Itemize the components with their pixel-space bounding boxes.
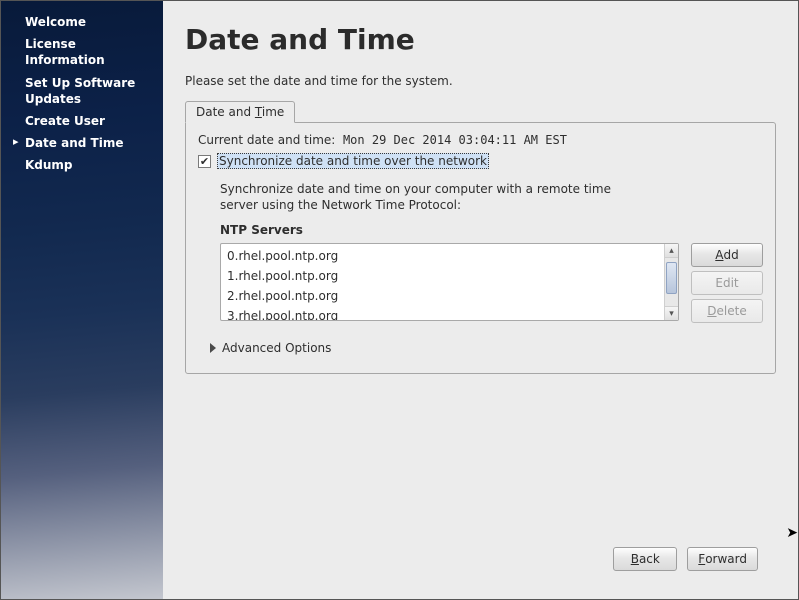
- tabset: Date and Time Current date and time: Mon…: [185, 100, 776, 374]
- disclosure-triangle-icon: [210, 343, 216, 353]
- sync-checkbox-row[interactable]: ✔ Synchronize date and time over the net…: [198, 153, 763, 169]
- page-title: Date and Time: [185, 23, 776, 56]
- sync-checkbox[interactable]: ✔: [198, 155, 211, 168]
- ntp-server-item[interactable]: 2.rhel.pool.ntp.org: [221, 286, 664, 306]
- back-button[interactable]: Back: [613, 547, 677, 571]
- sync-checkbox-label: Synchronize date and time over the netwo…: [217, 153, 489, 169]
- forward-button[interactable]: Forward: [687, 547, 758, 571]
- sidebar-item-setup-software-updates[interactable]: Set Up Software Updates: [1, 72, 163, 110]
- advanced-options-label: Advanced Options: [222, 341, 331, 355]
- scroll-up-icon[interactable]: ▴: [665, 244, 678, 258]
- ntp-server-item[interactable]: 3.rhel.pool.ntp.org: [221, 306, 664, 320]
- sidebar-item-create-user[interactable]: Create User: [1, 110, 163, 132]
- advanced-options-expander[interactable]: Advanced Options: [210, 341, 763, 355]
- sidebar-item-date-and-time[interactable]: Date and Time: [1, 132, 163, 154]
- intro-text: Please set the date and time for the sys…: [185, 74, 776, 88]
- add-button[interactable]: Add: [691, 243, 763, 267]
- sidebar-item-license-information[interactable]: License Information: [1, 33, 163, 71]
- sidebar-item-kdump[interactable]: Kdump: [1, 154, 163, 176]
- ntp-server-item[interactable]: 1.rhel.pool.ntp.org: [221, 266, 664, 286]
- current-datetime-label: Current date and time:: [198, 133, 335, 147]
- scroll-track[interactable]: [665, 258, 678, 306]
- ntp-servers-listbox[interactable]: 0.rhel.pool.ntp.org 1.rhel.pool.ntp.org …: [220, 243, 679, 321]
- current-datetime-row: Current date and time: Mon 29 Dec 2014 0…: [198, 133, 763, 147]
- tab-date-and-time[interactable]: Date and Time: [185, 101, 295, 123]
- scroll-thumb[interactable]: [666, 262, 677, 294]
- ntp-servers-heading: NTP Servers: [220, 223, 763, 237]
- main-panel: Date and Time Please set the date and ti…: [163, 1, 798, 599]
- ntp-list-scrollbar[interactable]: ▴ ▾: [664, 244, 678, 320]
- footer-buttons: Back Forward: [185, 539, 776, 583]
- scroll-down-icon[interactable]: ▾: [665, 306, 678, 320]
- sync-explanation: Synchronize date and time on your comput…: [220, 181, 620, 213]
- edit-button: Edit: [691, 271, 763, 295]
- ntp-server-item[interactable]: 0.rhel.pool.ntp.org: [221, 246, 664, 266]
- tab-panel-date-and-time: Current date and time: Mon 29 Dec 2014 0…: [185, 122, 776, 374]
- current-datetime-value: Mon 29 Dec 2014 03:04:11 AM EST: [343, 133, 567, 147]
- sidebar: Welcome License Information Set Up Softw…: [1, 1, 163, 599]
- delete-button: Delete: [691, 299, 763, 323]
- sidebar-item-welcome[interactable]: Welcome: [1, 11, 163, 33]
